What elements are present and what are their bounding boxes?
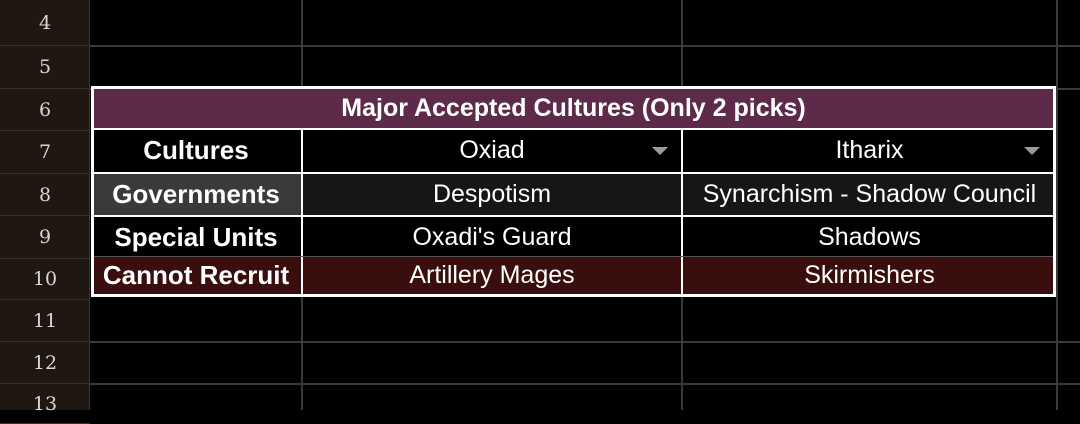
row-number-7[interactable]: 7 [0, 131, 90, 174]
cultures-dropdown-2[interactable]: Itharix [683, 129, 1056, 172]
table-separator [301, 129, 303, 295]
governments-value-1[interactable]: Despotism [303, 174, 681, 215]
table-separator [91, 172, 1056, 174]
row-number-6[interactable]: 6 [0, 89, 90, 131]
table-separator [91, 215, 1056, 217]
row-number-11[interactable]: 11 [0, 300, 90, 342]
row-number-5[interactable]: 5 [0, 46, 90, 89]
label-cannot-recruit: Cannot Recruit [91, 257, 301, 294]
table-title: Major Accepted Cultures (Only 2 picks) [91, 88, 1056, 129]
label-special-units: Special Units [114, 221, 278, 252]
dropdown-arrow-icon[interactable] [652, 147, 668, 155]
row-number-13[interactable]: 13 [0, 384, 90, 424]
cannot-recruit-value-2[interactable]: Skirmishers [683, 257, 1056, 294]
row-number-12[interactable]: 12 [0, 342, 90, 384]
row-number-8[interactable]: 8 [0, 174, 90, 216]
label-governments: Governments [91, 174, 301, 215]
cannot-recruit-value-1[interactable]: Artillery Mages [303, 257, 681, 294]
dropdown-arrow-icon[interactable] [1024, 147, 1040, 155]
governments-value-2[interactable]: Synarchism - Shadow Council [683, 174, 1056, 215]
special-units-value-1[interactable]: Oxadi's Guard [303, 217, 681, 257]
table-separator [91, 256, 1056, 257]
grid-row-line [90, 383, 1080, 385]
grid-row-line [90, 341, 1080, 343]
row-number-9[interactable]: 9 [0, 216, 90, 259]
label-cultures: Cultures [143, 135, 249, 165]
special-units-value-2[interactable]: Shadows [683, 217, 1056, 257]
grid-column-line [1056, 0, 1058, 410]
cultures-dropdown-1[interactable]: Oxiad [303, 129, 681, 172]
row-number-4[interactable]: 4 [0, 0, 90, 46]
spreadsheet: 4 5 6 7 8 9 10 11 12 13 Major Accepted C… [0, 0, 1080, 424]
table-separator [681, 129, 683, 295]
grid-row-line [90, 45, 1080, 47]
row-number-10[interactable]: 10 [0, 259, 90, 300]
table-separator [91, 128, 1056, 130]
